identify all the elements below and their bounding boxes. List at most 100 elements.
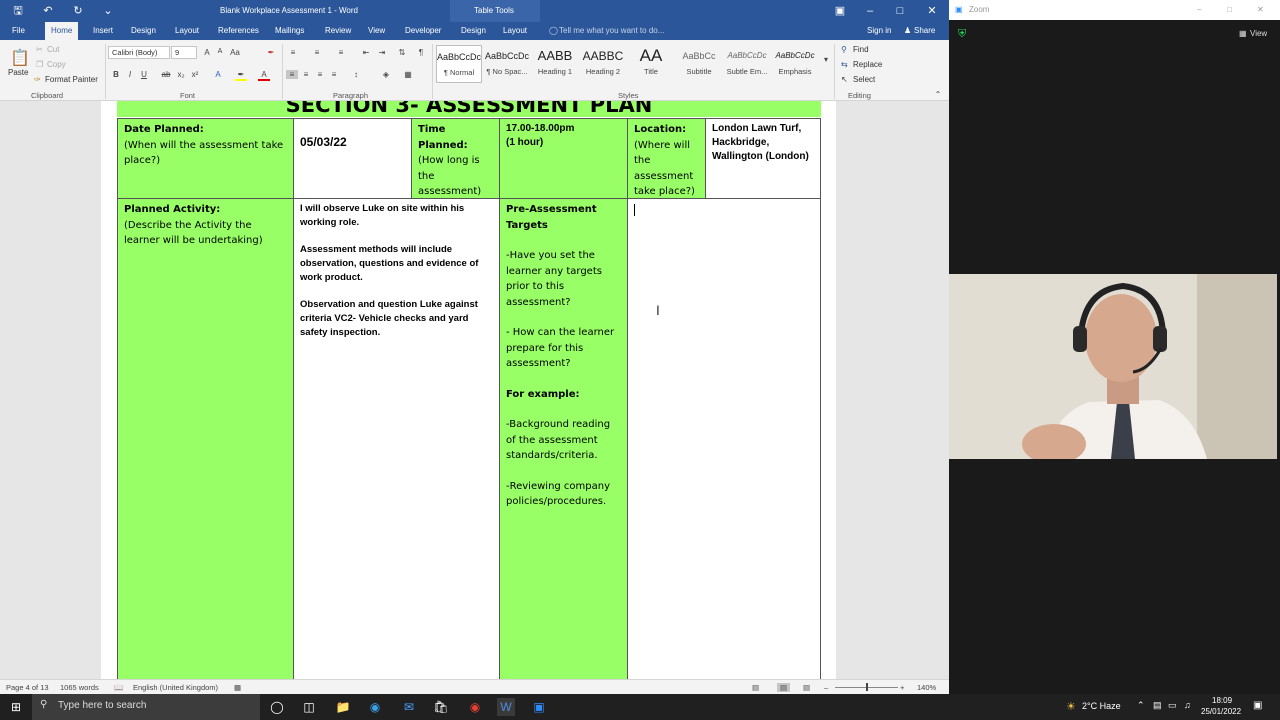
notification-icon[interactable]: ▣ <box>1253 700 1262 711</box>
font-size-select[interactable]: 9 <box>171 46 197 59</box>
italic-icon[interactable]: I <box>124 70 136 79</box>
date-planned-cell[interactable]: Date Planned: (When will the assessment … <box>117 118 294 199</box>
tab-review[interactable]: Review <box>325 26 351 35</box>
cortana-icon[interactable]: ◯ <box>268 698 286 716</box>
weather-text[interactable]: 2°C Haze <box>1082 701 1121 711</box>
bold-icon[interactable]: B <box>110 70 122 79</box>
tab-view[interactable]: View <box>368 26 385 35</box>
increase-indent-icon[interactable]: ⇥ <box>376 48 388 57</box>
maximize-icon[interactable]: □ <box>892 3 908 19</box>
zoom-level[interactable]: 140% <box>917 683 936 692</box>
multilevel-list-icon[interactable]: ≡ <box>335 48 347 57</box>
align-center-icon[interactable]: ≡ <box>300 70 312 79</box>
find-button[interactable]: Find <box>853 45 869 54</box>
tray-chevron-icon[interactable]: ⌃ <box>1137 700 1145 711</box>
zoom-close-icon[interactable]: ✕ <box>1257 5 1264 14</box>
zoom-taskbar-icon[interactable]: ▣ <box>530 698 548 716</box>
grow-font-icon[interactable]: A <box>201 48 213 57</box>
zoom-minimize-icon[interactable]: – <box>1197 5 1201 14</box>
font-name-select[interactable]: Calibri (Body) <box>108 46 170 59</box>
pre-assessment-answer-cell[interactable] <box>627 198 821 679</box>
clock-time[interactable]: 18:09 <box>1212 696 1232 705</box>
tab-mailings[interactable]: Mailings <box>275 26 304 35</box>
read-mode-icon[interactable]: ▤ <box>752 683 759 692</box>
line-spacing-icon[interactable]: ↕ <box>350 70 362 79</box>
align-right-icon[interactable]: ≡ <box>314 70 326 79</box>
page-count[interactable]: Page 4 of 13 <box>6 683 49 692</box>
tab-references[interactable]: References <box>218 26 259 35</box>
collapse-ribbon-icon[interactable]: ⌃ <box>932 90 944 99</box>
pre-assessment-cell[interactable]: Pre-Assessment Targets -Have you set the… <box>499 198 628 679</box>
network-icon[interactable]: ▤ <box>1153 700 1162 711</box>
save-icon[interactable]: 🖫 <box>10 3 26 19</box>
file-explorer-icon[interactable]: 📁 <box>334 698 352 716</box>
numbering-icon[interactable]: ≡ <box>311 48 323 57</box>
subscript-icon[interactable]: x₂ <box>175 70 187 79</box>
word-taskbar-icon[interactable]: W <box>497 698 515 716</box>
style-heading-1[interactable]: AABB Heading 1 <box>532 45 578 83</box>
time-value-cell[interactable]: 17.00-18.00pm (1 hour) <box>499 118 628 199</box>
document-area[interactable]: SECTION 3- ASSESSMENT PLAN Date Planned:… <box>0 101 949 679</box>
zoom-out-icon[interactable]: – <box>824 683 828 692</box>
style-title[interactable]: AA Title <box>628 45 674 83</box>
clear-formatting-icon[interactable]: ✒ <box>265 48 277 57</box>
replace-button[interactable]: Replace <box>853 60 882 69</box>
battery-icon[interactable]: ▭ <box>1168 700 1177 711</box>
sign-in-link[interactable]: Sign in <box>867 26 891 35</box>
tab-design[interactable]: Design <box>131 26 156 35</box>
style-emphasis[interactable]: AaBbCcDc Emphasis <box>772 45 818 83</box>
mail-icon[interactable]: ✉ <box>400 698 418 716</box>
styles-scroll-icon[interactable]: ▾ <box>820 55 832 64</box>
planned-activity-cell[interactable]: Planned Activity: (Describe the Activity… <box>117 198 294 679</box>
shrink-font-icon[interactable]: A <box>214 48 226 55</box>
tab-home[interactable]: Home <box>45 22 79 40</box>
zoom-in-icon[interactable]: + <box>900 683 904 692</box>
zoom-maximize-icon[interactable]: □ <box>1227 5 1232 14</box>
web-layout-icon[interactable]: ▤ <box>803 683 810 692</box>
date-value-cell[interactable]: 05/03/22 <box>293 118 412 199</box>
zoom-slider-thumb[interactable] <box>866 683 868 691</box>
superscript-icon[interactable]: x² <box>189 70 201 79</box>
chrome-icon[interactable]: ◉ <box>466 698 484 716</box>
undo-icon[interactable]: ↶ <box>40 3 56 19</box>
style-subtitle[interactable]: AaBbCc Subtitle <box>676 45 722 83</box>
share-button[interactable]: Share <box>914 26 935 35</box>
close-icon[interactable]: ✕ <box>924 3 940 19</box>
highlight-icon[interactable]: ✒ <box>235 70 247 81</box>
customize-toolbar-icon[interactable]: ⌄ <box>100 3 116 19</box>
time-planned-cell[interactable]: Time Planned: (How long is the assessmen… <box>411 118 500 199</box>
style-normal[interactable]: AaBbCcDc ¶ Normal <box>436 45 482 83</box>
tab-file[interactable]: File <box>12 26 25 35</box>
tab-developer[interactable]: Developer <box>405 26 441 35</box>
taskbar-search[interactable]: ⚲ Type here to search <box>32 694 260 720</box>
justify-icon[interactable]: ≡ <box>328 70 340 79</box>
font-color-icon[interactable]: A <box>258 70 270 81</box>
borders-icon[interactable]: ▦ <box>402 70 414 79</box>
location-cell[interactable]: Location: (Where will the assessment tak… <box>627 118 706 199</box>
select-button[interactable]: Select <box>853 75 875 84</box>
print-layout-icon[interactable]: ▤ <box>777 683 791 692</box>
sort-icon[interactable]: ⇅ <box>396 48 408 57</box>
location-value-cell[interactable]: London Lawn Turf, Hackbridge, Wallington… <box>705 118 821 199</box>
decrease-indent-icon[interactable]: ⇤ <box>360 48 372 57</box>
tab-layout[interactable]: Layout <box>175 26 199 35</box>
tab-table-layout[interactable]: Layout <box>503 26 527 35</box>
paste-button[interactable]: Paste <box>8 68 28 77</box>
proofing-icon[interactable]: 📖 <box>114 683 123 692</box>
underline-icon[interactable]: U <box>138 70 150 79</box>
copy-button[interactable]: Copy <box>47 60 66 69</box>
change-case-icon[interactable]: Aa <box>229 48 241 57</box>
macro-icon[interactable]: ▦ <box>234 683 241 692</box>
volume-icon[interactable]: ♫ <box>1184 700 1191 710</box>
cut-button[interactable]: Cut <box>47 45 59 54</box>
pilcrow-icon[interactable]: ¶ <box>415 48 427 57</box>
shading-icon[interactable]: ◈ <box>380 70 392 79</box>
word-count[interactable]: 1065 words <box>60 683 99 692</box>
clock-date[interactable]: 25/01/2022 <box>1201 707 1241 716</box>
activity-description-cell[interactable]: I will observe Luke on site within his w… <box>293 198 500 679</box>
store-icon[interactable]: 🛍 <box>432 698 450 716</box>
format-painter-button[interactable]: Format Painter <box>45 75 98 84</box>
style-heading-2[interactable]: AABBC Heading 2 <box>580 45 626 83</box>
minimize-icon[interactable]: – <box>862 3 878 19</box>
redo-icon[interactable]: ↻ <box>70 3 86 19</box>
